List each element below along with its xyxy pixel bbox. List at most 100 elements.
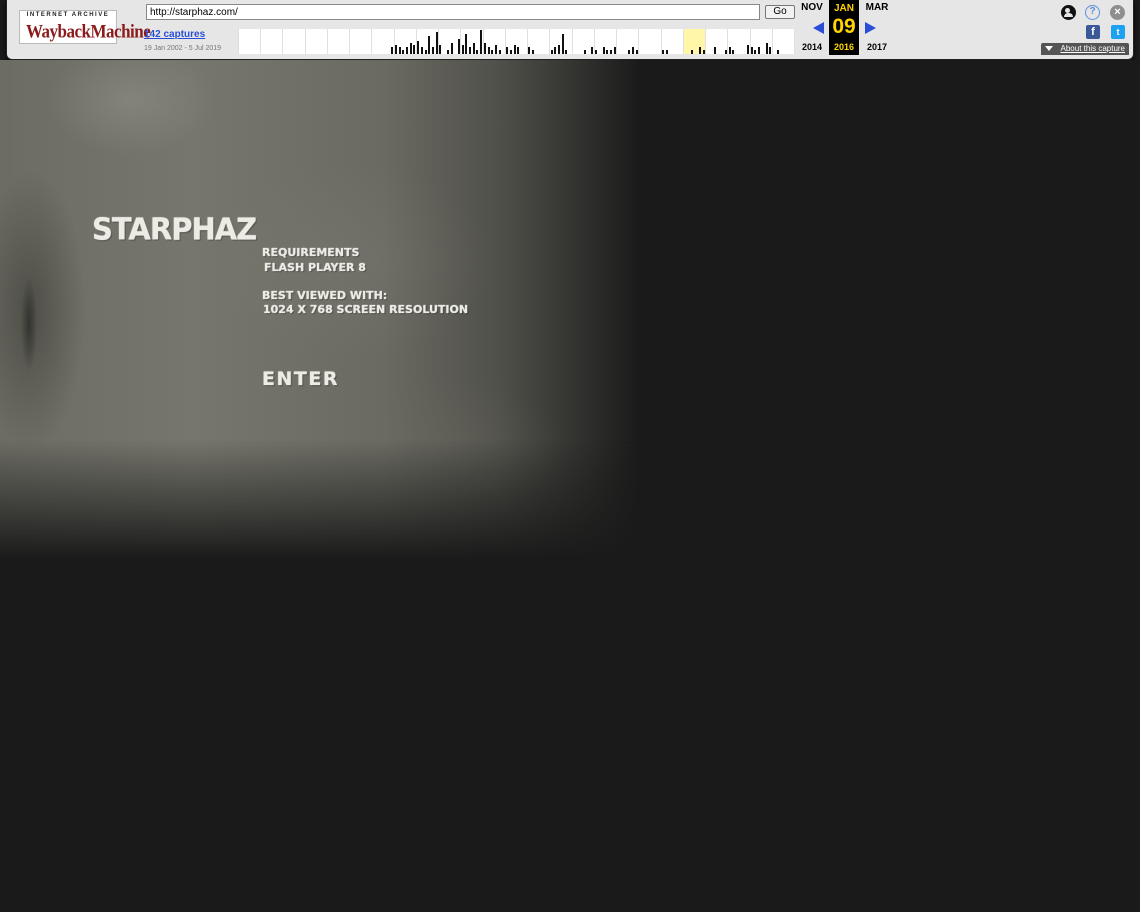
sparkline-capture-bar bbox=[517, 47, 520, 54]
sparkline-capture-bar bbox=[465, 34, 468, 54]
sparkline-capture-bar bbox=[476, 49, 479, 54]
previous-capture-arrow-icon[interactable] bbox=[813, 22, 824, 34]
user-account-icon[interactable] bbox=[1061, 5, 1076, 20]
captures-link[interactable]: 142 captures bbox=[144, 29, 205, 40]
sparkline-capture-bar bbox=[409, 43, 412, 54]
sparkline-capture-bar bbox=[446, 49, 449, 54]
sparkline-capture-bar bbox=[591, 47, 594, 54]
sparkline-capture-bar bbox=[583, 49, 586, 54]
sparkline-capture-bar bbox=[483, 43, 486, 54]
sparkline-capture-bar bbox=[776, 49, 779, 54]
sparkline-capture-bar bbox=[480, 30, 483, 54]
sparkline-year-column[interactable] bbox=[239, 29, 262, 54]
sparkline-capture-bar bbox=[406, 47, 409, 54]
sparkline-capture-bar bbox=[702, 49, 705, 54]
go-button[interactable]: Go bbox=[765, 5, 795, 19]
sparkline-capture-bar bbox=[528, 47, 531, 54]
logo-top-text: INTERNET ARCHIVE bbox=[26, 12, 110, 18]
sparkline-capture-bar bbox=[765, 43, 768, 54]
sparkline-capture-bar bbox=[606, 49, 609, 54]
next-month-label[interactable]: MAR bbox=[861, 2, 893, 13]
sparkline-capture-bar bbox=[558, 45, 561, 54]
sparkline-capture-bar bbox=[532, 49, 535, 54]
sparkline-capture-bar bbox=[495, 45, 498, 54]
sparkline-capture-bar bbox=[413, 45, 416, 54]
sparkline-capture-bar bbox=[595, 49, 598, 54]
sparkline-capture-bar bbox=[691, 49, 694, 54]
sparkline-capture-bar bbox=[561, 34, 564, 54]
sparkline-capture-bar bbox=[665, 49, 668, 54]
facebook-share-icon[interactable]: f bbox=[1086, 25, 1100, 39]
enter-link[interactable]: ENTER bbox=[262, 368, 339, 390]
sparkline-capture-bar bbox=[698, 47, 701, 54]
logo-bottom-text: WaybackMachine bbox=[26, 21, 151, 42]
sparkline-capture-bar bbox=[728, 47, 731, 54]
sparkline-capture-bar bbox=[450, 43, 453, 54]
sparkline-year-column[interactable] bbox=[328, 29, 351, 54]
sparkline-capture-bar bbox=[461, 45, 464, 54]
sparkline-capture-bar bbox=[609, 49, 612, 54]
capture-sparkline[interactable] bbox=[238, 29, 795, 54]
sparkline-capture-bar bbox=[613, 47, 616, 54]
sparkline-capture-bar bbox=[432, 47, 434, 54]
sparkline-capture-bar bbox=[661, 49, 664, 54]
sparkline-capture-bar bbox=[550, 49, 553, 54]
site-logo: STARPHAZ bbox=[92, 211, 257, 247]
sparkline-capture-bar bbox=[509, 49, 512, 54]
requirements-value: FLASH PLAYER 8 bbox=[264, 261, 366, 274]
sparkline-capture-bar bbox=[498, 49, 501, 54]
best-viewed-heading: BEST VIEWED WITH: bbox=[262, 289, 388, 302]
sparkline-capture-bar bbox=[758, 47, 761, 54]
sparkline-capture-bar bbox=[750, 47, 753, 54]
current-capture-date: JAN 09 2016 bbox=[829, 0, 859, 55]
capture-date-range: 19 Jan 2002 - 5 Jul 2019 bbox=[144, 45, 222, 52]
close-icon[interactable]: × bbox=[1110, 5, 1125, 20]
sparkline-capture-bar bbox=[402, 49, 405, 54]
sparkline-capture-bar bbox=[420, 47, 423, 54]
help-icon[interactable]: ? bbox=[1085, 5, 1100, 20]
sparkline-capture-bar bbox=[417, 40, 420, 54]
sparkline-year-column[interactable] bbox=[261, 29, 284, 54]
sparkline-capture-bar bbox=[506, 47, 509, 54]
current-day-label: 09 bbox=[832, 15, 856, 38]
sparkline-capture-bar bbox=[428, 36, 431, 54]
current-month-label: JAN bbox=[833, 3, 854, 14]
wayback-machine-logo[interactable]: INTERNET ARCHIVE WaybackMachine bbox=[19, 10, 151, 44]
sparkline-capture-bar bbox=[724, 49, 727, 54]
sparkline-capture-bar bbox=[472, 43, 475, 54]
sparkline-year-column[interactable] bbox=[350, 29, 373, 54]
wayback-toolbar: INTERNET ARCHIVE WaybackMachine Go 142 c… bbox=[6, 0, 1134, 60]
current-year-label: 2016 bbox=[833, 42, 855, 52]
about-capture-button[interactable]: About this capture bbox=[1041, 43, 1129, 55]
next-year-label[interactable]: 2017 bbox=[861, 42, 893, 52]
sparkline-capture-bar bbox=[457, 38, 460, 54]
twitter-share-icon[interactable]: t bbox=[1111, 25, 1125, 39]
sparkline-capture-bar bbox=[435, 32, 438, 54]
sparkline-capture-bar bbox=[713, 47, 716, 54]
sparkline-year-column[interactable] bbox=[639, 29, 662, 54]
best-viewed-value: 1024 X 768 SCREEN RESOLUTION bbox=[263, 303, 469, 316]
sparkline-capture-bar bbox=[747, 45, 750, 54]
sparkline-capture-bar bbox=[394, 45, 397, 54]
sparkline-capture-bar bbox=[632, 47, 635, 54]
sparkline-capture-bar bbox=[602, 47, 605, 54]
url-input[interactable] bbox=[146, 4, 760, 20]
sparkline-capture-bar bbox=[491, 49, 494, 54]
sparkline-capture-bar bbox=[513, 45, 516, 54]
sparkline-year-column[interactable] bbox=[283, 29, 306, 54]
sparkline-capture-bar bbox=[398, 47, 401, 54]
requirements-heading: REQUIREMENTS bbox=[262, 246, 360, 259]
sparkline-capture-bar bbox=[628, 49, 631, 54]
sparkline-year-column[interactable] bbox=[306, 29, 328, 54]
sparkline-capture-bar bbox=[439, 45, 442, 54]
prev-year-label[interactable]: 2014 bbox=[796, 42, 828, 52]
sparkline-capture-bar bbox=[635, 49, 638, 54]
sparkline-capture-bar bbox=[565, 49, 568, 54]
wall-crack-decoration bbox=[4, 260, 54, 390]
next-capture-arrow-icon[interactable] bbox=[865, 22, 876, 34]
archived-page: STARPHAZ REQUIREMENTS FLASH PLAYER 8 BES… bbox=[0, 60, 1140, 912]
sparkline-capture-bar bbox=[769, 47, 772, 54]
prev-month-label[interactable]: NOV bbox=[796, 2, 828, 13]
sparkline-capture-bar bbox=[732, 49, 735, 54]
sparkline-capture-bar bbox=[469, 47, 472, 54]
